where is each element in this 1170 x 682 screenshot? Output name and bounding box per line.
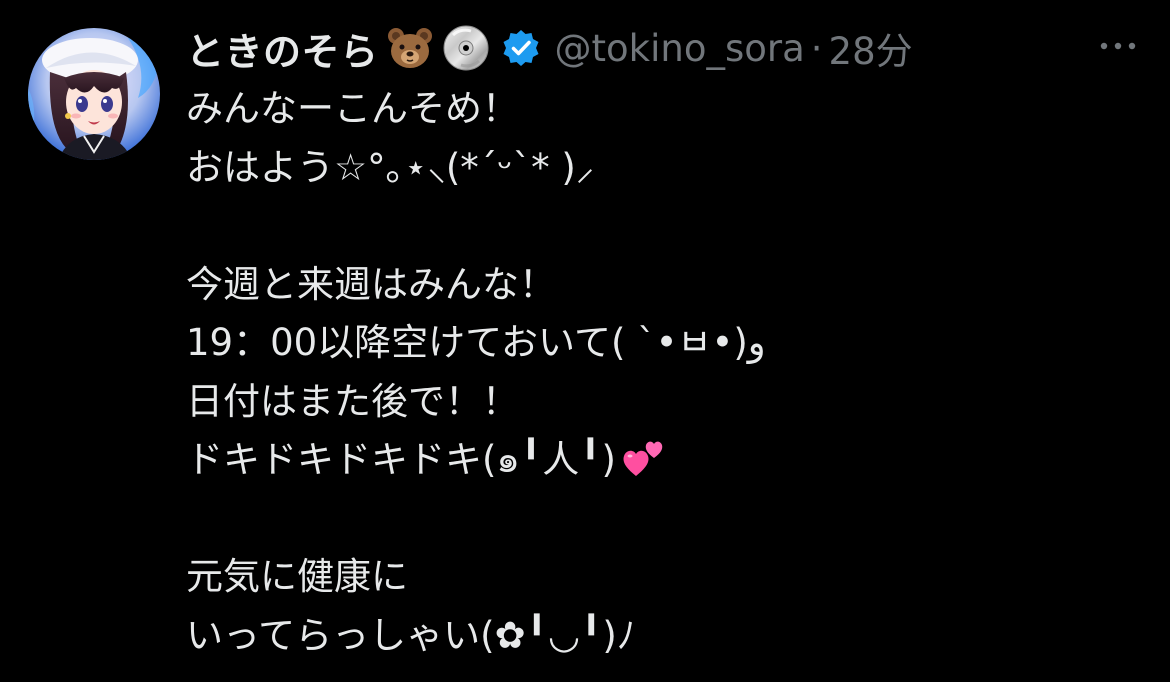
tweet-line-text: ドキドキドキドキ(๑╹人╹) (186, 438, 616, 481)
tweet-line: 今週と来週はみんな！ (186, 262, 556, 306)
tweet-line: 日付はまた後で！！ (186, 379, 519, 423)
dvd-emoji-icon (441, 23, 491, 73)
user-handle[interactable]: @tokino_sora (555, 27, 805, 70)
tweet-line: みんなーこんそめ！ (186, 87, 519, 130)
tweet-line: おはよう☆°｡⋆⸜(*ˊᵕˋ* )⸝ (186, 145, 595, 189)
more-options-icon[interactable] (1096, 36, 1140, 56)
tweet-text: みんなーこんそめ！ おはよう☆°｡⋆⸜(*ˊᵕˋ* )⸝ 今週と来週はみんな！ … (186, 80, 1146, 665)
two-hearts-emoji-icon (622, 436, 666, 480)
display-name[interactable]: ときのそら (186, 21, 379, 76)
tweet-line: 19：00以降空けておいて( ˋ•ㅂ•)و (186, 321, 766, 364)
tweet-line: 元気に健康に (186, 555, 408, 598)
separator-dot: · (810, 26, 823, 70)
tweet-line (186, 197, 1146, 256)
tweet-header: ときのそら @tokino_sora · 28分 (186, 20, 1146, 76)
tweet-line (186, 490, 1146, 549)
verified-badge-icon[interactable] (501, 28, 541, 68)
avatar[interactable] (28, 28, 160, 160)
tweet-line: ドキドキドキドキ(๑╹人╹) (186, 431, 1146, 490)
tweet-line: いってらっしゃい(✿╹◡╹)ﾉ (186, 613, 636, 657)
tweet-timestamp[interactable]: 28分 (829, 21, 913, 75)
bear-emoji-icon (385, 23, 435, 73)
